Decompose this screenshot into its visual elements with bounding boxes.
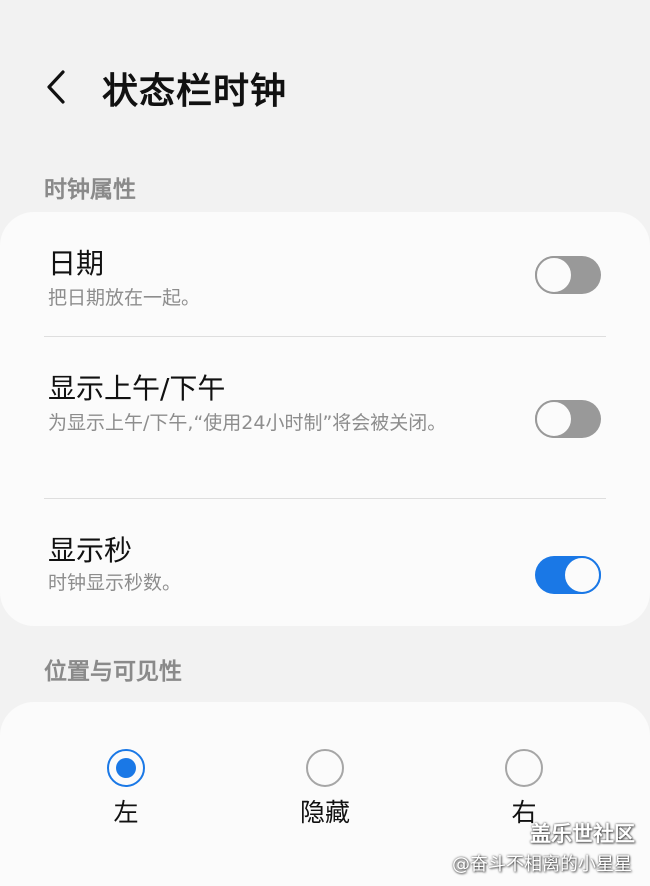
position-option-right[interactable]: 右 xyxy=(464,749,584,829)
setting-desc-ampm: 为显示上午/下午,“使用24小时制”将会被关闭。 xyxy=(48,412,447,434)
clock-settings-card: 日期 把日期放在一起。 显示上午/下午 为显示上午/下午,“使用24小时制”将会… xyxy=(0,212,650,626)
watermark-logo-text: 盖乐世社区 xyxy=(530,822,635,846)
app-header: 状态栏时钟 xyxy=(0,48,650,128)
position-option-left[interactable]: 左 xyxy=(66,749,186,829)
setting-desc-date: 把日期放在一起。 xyxy=(48,287,201,309)
position-option-hidden[interactable]: 隐藏 xyxy=(265,749,385,829)
radio-button[interactable] xyxy=(107,749,145,787)
setting-row-seconds[interactable]: 显示秒 时钟显示秒数。 xyxy=(0,499,650,626)
radio-label: 左 xyxy=(113,798,139,827)
radio-label: 隐藏 xyxy=(299,798,350,827)
radio-button[interactable] xyxy=(505,749,543,787)
toggle-knob xyxy=(535,400,573,438)
section-label-position: 位置与可见性 xyxy=(44,659,182,685)
setting-desc-seconds: 时钟显示秒数。 xyxy=(48,572,182,594)
watermark-author: @奋斗不相离的小星星 xyxy=(452,854,632,875)
ampm-toggle[interactable] xyxy=(535,400,601,438)
page-title: 状态栏时钟 xyxy=(102,71,288,112)
toggle-knob xyxy=(535,256,573,294)
back-button[interactable] xyxy=(36,62,76,112)
setting-row-ampm[interactable]: 显示上午/下午 为显示上午/下午,“使用24小时制”将会被关闭。 xyxy=(0,337,650,498)
setting-title-ampm: 显示上午/下午 xyxy=(48,372,226,405)
seconds-toggle[interactable] xyxy=(535,556,601,594)
date-toggle[interactable] xyxy=(535,256,601,294)
section-label-clock: 时钟属性 xyxy=(44,177,136,203)
radio-button[interactable] xyxy=(306,749,344,787)
setting-title-date: 日期 xyxy=(48,247,105,280)
chevron-left-icon xyxy=(47,70,65,104)
toggle-knob xyxy=(563,556,601,594)
setting-row-date[interactable]: 日期 把日期放在一起。 xyxy=(0,212,650,336)
setting-title-seconds: 显示秒 xyxy=(48,534,133,567)
